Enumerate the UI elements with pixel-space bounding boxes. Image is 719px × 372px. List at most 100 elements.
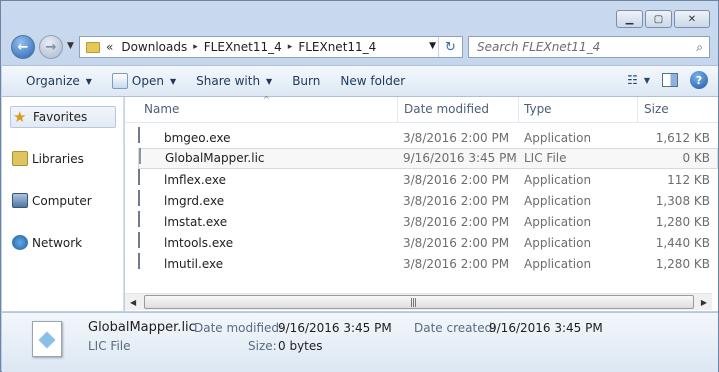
breadcrumb-overflow[interactable]: «: [106, 40, 113, 54]
file-row-globalmapper-selected[interactable]: GlobalMapper.lic 9/16/2016 3:45 PM LIC F…: [138, 148, 718, 169]
open-button[interactable]: Open ▼: [102, 70, 186, 92]
file-name: bmgeo.exe: [164, 131, 231, 145]
lic-file-icon: [139, 148, 141, 164]
maximize-button[interactable]: ▢: [645, 10, 672, 28]
file-type: Application: [524, 257, 592, 271]
breadcrumb: Downloads ▸ FLEXnet11_4 ▸ FLEXnet11_4: [121, 40, 382, 54]
search-icon[interactable]: ⌕: [696, 40, 703, 55]
explorer-window: ▁ ▢ ✕ ← → ▼ « Downloads ▸ FLEXnet11_4 ▸ …: [0, 0, 719, 372]
scroll-right-icon[interactable]: ▶: [701, 298, 707, 307]
horizontal-scrollbar[interactable]: ◀ ||| ▶: [125, 293, 712, 310]
file-row-lmtools[interactable]: lmtools.exe 3/8/2016 2:00 PM Application…: [138, 232, 718, 254]
libraries-icon: [12, 151, 28, 166]
breadcrumb-separator-icon[interactable]: ▸: [288, 42, 293, 52]
column-name[interactable]: Name: [144, 102, 179, 116]
computer-icon: [12, 193, 28, 208]
chevron-down-icon: ▼: [85, 76, 92, 86]
nav-item-favorites[interactable]: ★ Favorites: [10, 106, 116, 128]
breadcrumb-item-flexnet[interactable]: FLEXnet11_4: [204, 40, 282, 54]
back-button[interactable]: ←: [11, 35, 35, 59]
column-divider[interactable]: [518, 97, 519, 123]
breadcrumb-separator-icon[interactable]: ▸: [193, 42, 198, 52]
file-name: GlobalMapper.lic: [165, 151, 265, 165]
minimize-icon: ▁: [625, 13, 634, 25]
forward-button[interactable]: →: [39, 35, 63, 59]
file-size: 0 KB: [682, 151, 710, 165]
file-name: lmgrd.exe: [164, 194, 225, 208]
search-input[interactable]: Search FLEXnet11_4 ⌕: [468, 36, 710, 58]
close-icon: ✕: [687, 13, 697, 25]
new-folder-button[interactable]: New folder: [330, 70, 415, 92]
tools-exe-icon: [138, 232, 140, 248]
breadcrumb-item-flexnet-current[interactable]: FLEXnet11_4: [298, 40, 376, 54]
file-type: LIC File: [524, 151, 567, 165]
nav-item-network[interactable]: Network: [10, 232, 116, 254]
file-type: Application: [524, 236, 592, 250]
column-divider[interactable]: [637, 97, 638, 123]
preview-pane-button[interactable]: [662, 73, 678, 87]
column-size[interactable]: Size: [644, 102, 669, 116]
search-placeholder: Search FLEXnet11_4: [477, 40, 601, 54]
nav-item-label: Computer: [32, 194, 92, 208]
sort-ascending-icon: ^: [263, 95, 270, 104]
file-type: Application: [524, 215, 592, 229]
nav-item-label: Network: [32, 236, 83, 250]
details-size-label: Size:: [248, 339, 277, 353]
scroll-left-icon[interactable]: ◀: [130, 298, 136, 307]
minimize-button[interactable]: ▁: [616, 10, 643, 28]
nav-item-computer[interactable]: Computer: [10, 190, 116, 212]
details-filetype: LIC File: [88, 339, 131, 353]
breadcrumb-item-downloads[interactable]: Downloads: [121, 40, 187, 54]
folder-icon: [86, 41, 100, 53]
address-bar[interactable]: « Downloads ▸ FLEXnet11_4 ▸ FLEXnet11_4 …: [79, 36, 463, 58]
file-row-bmgeo[interactable]: bmgeo.exe 3/8/2016 2:00 PM Application 1…: [138, 127, 718, 149]
exe-icon: [138, 211, 140, 227]
scrollbar-thumb[interactable]: |||: [144, 295, 694, 309]
network-icon: [12, 235, 28, 250]
details-date-created: 9/16/2016 3:45 PM: [489, 321, 603, 335]
close-button[interactable]: ✕: [674, 10, 710, 28]
chevron-down-icon: ▼: [169, 76, 177, 86]
file-name: lmstat.exe: [164, 215, 228, 229]
file-size: 1,308 KB: [655, 194, 710, 208]
file-row-lmstat[interactable]: lmstat.exe 3/8/2016 2:00 PM Application …: [138, 211, 718, 233]
maximize-icon: ▢: [653, 13, 664, 25]
file-date: 3/8/2016 2:00 PM: [403, 215, 510, 229]
lic-file-large-icon: [32, 321, 62, 357]
chevron-down-icon: ▼: [266, 76, 273, 86]
chevron-down-icon: ▼: [643, 75, 650, 85]
share-with-label: Share with: [196, 74, 261, 88]
column-type[interactable]: Type: [524, 102, 552, 116]
address-dropdown-icon[interactable]: ▼: [429, 41, 436, 51]
help-icon: ?: [695, 73, 703, 87]
share-with-button[interactable]: Share with ▼: [186, 70, 282, 92]
organize-button[interactable]: Organize ▼: [2, 70, 102, 92]
details-date-modified: 9/16/2016 3:45 PM: [278, 321, 392, 335]
file-type: Application: [524, 173, 592, 187]
details-pane: GlobalMapper.lic LIC File Date modified:…: [2, 312, 718, 372]
file-row-lmgrd[interactable]: lmgrd.exe 3/8/2016 2:00 PM Application 1…: [138, 190, 718, 212]
file-name: lmflex.exe: [164, 173, 226, 187]
file-date: 3/8/2016 2:00 PM: [403, 131, 510, 145]
refresh-button[interactable]: ↻: [438, 37, 462, 57]
change-view-button[interactable]: ☷ ▼: [627, 73, 650, 87]
file-row-lmutil[interactable]: lmutil.exe 3/8/2016 2:00 PM Application …: [138, 253, 718, 275]
file-date: 3/8/2016 2:00 PM: [403, 236, 510, 250]
column-divider[interactable]: [397, 97, 398, 123]
command-bar: Organize ▼ Open ▼ Share with ▼ Burn New …: [2, 65, 718, 97]
burn-button[interactable]: Burn: [282, 70, 330, 92]
file-type: Application: [524, 194, 592, 208]
help-button[interactable]: ?: [690, 71, 708, 89]
recent-pages-dropdown-icon[interactable]: ▼: [67, 41, 74, 51]
view-list-icon: ☷: [627, 73, 638, 87]
window-controls: ▁ ▢ ✕: [616, 10, 710, 28]
file-date: 3/8/2016 2:00 PM: [403, 173, 510, 187]
column-header: ^ Name Date modified Type Size: [125, 95, 718, 123]
file-name: lmtools.exe: [164, 236, 234, 250]
refresh-icon: ↻: [445, 39, 456, 55]
file-row-lmflex[interactable]: lmflex.exe 3/8/2016 2:00 PM Application …: [138, 169, 718, 191]
nav-item-libraries[interactable]: Libraries: [10, 148, 116, 170]
back-arrow-icon: ←: [17, 39, 29, 55]
exe-icon: [138, 169, 140, 185]
column-date-modified[interactable]: Date modified: [404, 102, 489, 116]
